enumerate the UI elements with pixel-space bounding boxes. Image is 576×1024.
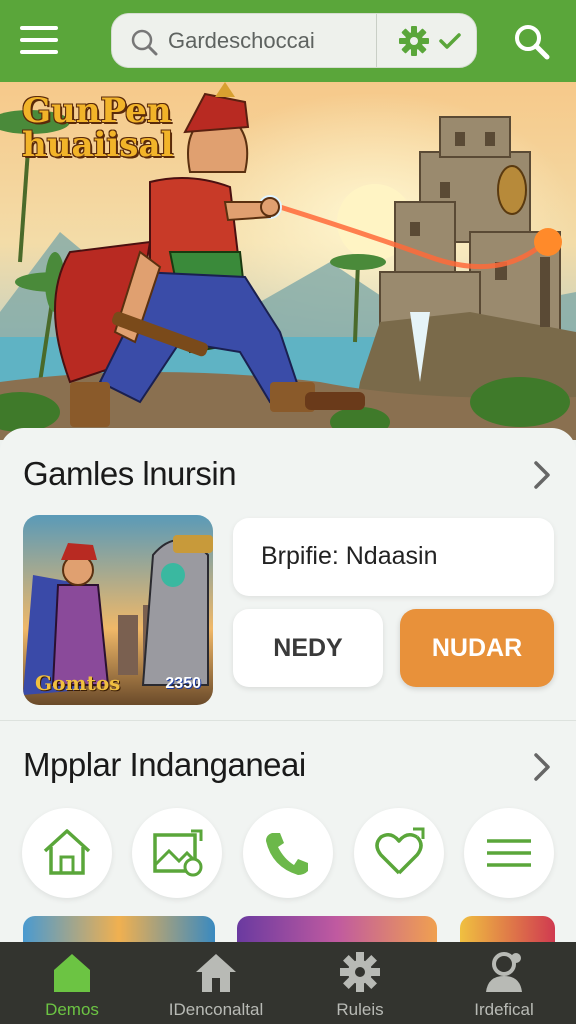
nav-label: Demos [45, 1000, 99, 1019]
section-divider [0, 720, 576, 721]
check-icon [439, 33, 461, 49]
gear-icon [340, 952, 380, 992]
hero-title-logo: GunPen huaiisal [22, 91, 174, 165]
thumbnail-number: 2350 [165, 675, 201, 692]
search-icon [131, 29, 158, 56]
gallery-quick-button[interactable] [132, 808, 222, 898]
favorite-quick-button[interactable] [354, 808, 444, 898]
phone-icon [266, 833, 308, 875]
filter-button[interactable] [388, 22, 468, 60]
list-quick-button[interactable] [464, 808, 554, 898]
heart-icon [375, 827, 425, 875]
secondary-button[interactable]: NEDY [233, 609, 383, 687]
image-icon [153, 829, 203, 877]
gear-icon [399, 26, 429, 56]
nav-item-ruleis[interactable]: Ruleis [288, 942, 432, 1024]
nav-item-irdefical[interactable]: Irdefical [432, 942, 576, 1024]
nav-label: Irdefical [474, 1000, 534, 1019]
chevron-right-icon[interactable] [530, 750, 554, 784]
nav-item-demos[interactable]: Demos [0, 942, 144, 1024]
chevron-right-icon[interactable] [530, 458, 554, 492]
section-title-popular: Mpplar Indanganeai [23, 746, 306, 783]
nav-label: IDenconaltal [168, 1000, 264, 1019]
section-title-games: Gamles lnursin [23, 455, 237, 492]
list-icon [487, 839, 531, 867]
call-quick-button[interactable] [243, 808, 333, 898]
primary-button[interactable]: NUDAR [400, 609, 554, 687]
search-bar [111, 13, 477, 68]
home-quick-button[interactable] [22, 808, 112, 898]
home-icon [54, 954, 90, 992]
home-icon [43, 829, 91, 875]
bottom-navigation: Demos IDenconaltal Ruleis Irdefical [0, 942, 576, 1024]
info-card[interactable]: Brpifie: Ndaasin [233, 518, 554, 596]
house-icon [196, 954, 236, 992]
top-app-bar [0, 0, 576, 82]
menu-icon[interactable] [20, 26, 58, 56]
user-icon [486, 952, 522, 992]
thumbnail-label: Gomtos [35, 671, 121, 695]
game-thumbnail[interactable]: Gomtos 2350 [23, 515, 213, 705]
content-sheet: Gamles lnursin Gomtos 2350 Brpifie: Ndaa… [0, 428, 576, 956]
search-input[interactable] [168, 24, 368, 58]
search-divider [376, 14, 377, 67]
hero-banner[interactable]: GunPen huaiisal [0, 82, 576, 440]
nav-item-denconaltal[interactable]: IDenconaltal [144, 942, 288, 1024]
nav-label: Ruleis [336, 1000, 384, 1019]
search-icon[interactable] [512, 22, 552, 62]
